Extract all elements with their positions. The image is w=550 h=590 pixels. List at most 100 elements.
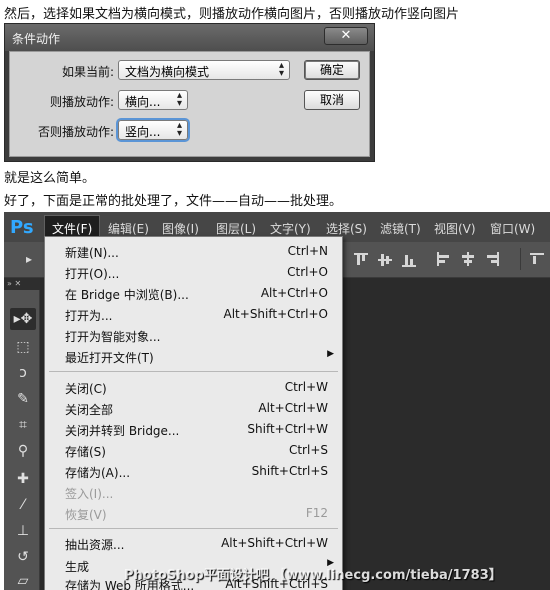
- menu-item-label: 关闭全部: [65, 403, 114, 417]
- toolbox: » ✕ ▸✥ ⬚ ↄ ✎ ⌗ ⚲ ✚ ⁄ ⊥ ↺ ▱: [4, 278, 40, 590]
- menu-item-shortcut: Ctrl+S: [288, 443, 328, 457]
- ps-logo: Ps: [4, 212, 42, 242]
- watermark: PhotoShop平面设计吧 【www.linecg.com/tieba/178…: [124, 568, 502, 583]
- menu-item-shortcut: Ctrl+O: [287, 265, 328, 279]
- eyedropper-tool-icon[interactable]: ⚲: [10, 440, 36, 462]
- menu-item-label: 在 Bridge 中浏览(B)...: [65, 288, 189, 302]
- menu-item-label: 生成: [65, 560, 90, 574]
- then-play-select[interactable]: 横向... ▴ ▾: [118, 90, 188, 110]
- then-play-value: 横向...: [125, 95, 161, 109]
- else-play-label: 否则播放动作:: [37, 125, 114, 139]
- menu-item-label: 最近打开文件(T): [65, 351, 154, 365]
- menu-item-save[interactable]: 存储(S) Ctrl+S: [45, 440, 342, 461]
- intro-text: 然后，选择如果文档为横向模式，则播放动作横向图片，否则播放动作竖向图片: [4, 7, 460, 22]
- then-play-label: 则播放动作:: [49, 95, 114, 109]
- conditional-action-dialog: 条件动作 ✕ 如果当前: 文档为横向模式 ▴ ▾ 确定 则播放动作: 横向... …: [4, 23, 375, 162]
- ok-button[interactable]: 确定: [304, 60, 360, 80]
- menu-item-shortcut: Alt+Ctrl+W: [258, 401, 328, 415]
- select-arrows-icon: ▴ ▾: [176, 120, 182, 139]
- brush-tool-icon[interactable]: ⁄: [10, 494, 36, 516]
- menu-item-shortcut: Ctrl+N: [287, 244, 328, 258]
- batch-text: 好了，下面是正常的批处理了，文件——自动——批处理。: [4, 194, 343, 209]
- menu-item-shortcut: Alt+Shift+Ctrl+O: [223, 307, 328, 321]
- menu-item-label: 签入(I)...: [65, 487, 114, 501]
- cancel-button[interactable]: 取消: [304, 90, 360, 110]
- menu-item-open[interactable]: 打开(O)... Ctrl+O: [45, 262, 342, 283]
- menu-item-revert: 恢复(V) F12: [45, 503, 342, 524]
- stamp-tool-icon[interactable]: ⊥: [10, 520, 36, 542]
- submenu-arrow-icon: ▶: [327, 349, 334, 359]
- menu-item-shortcut: Shift+Ctrl+S: [251, 464, 328, 478]
- if-current-label: 如果当前:: [61, 65, 114, 79]
- lasso-tool-icon[interactable]: ↄ: [10, 362, 36, 384]
- menu-item-shortcut: Alt+Ctrl+O: [260, 286, 328, 300]
- menu-item-label: 打开(O)...: [65, 267, 120, 281]
- eraser-tool-icon[interactable]: ▱: [10, 570, 36, 590]
- menu-item-close-all[interactable]: 关闭全部 Alt+Ctrl+W: [45, 398, 342, 419]
- menu-filter[interactable]: 滤镜(T): [380, 220, 421, 237]
- marquee-tool-icon[interactable]: ⬚: [10, 336, 36, 358]
- menu-view[interactable]: 视图(V): [434, 220, 476, 237]
- if-current-select[interactable]: 文档为横向模式 ▴ ▾: [118, 60, 290, 80]
- menu-item-label: 恢复(V): [65, 508, 107, 522]
- file-menu: 新建(N)... Ctrl+N 打开(O)... Ctrl+O 在 Bridge 中…: [44, 236, 343, 590]
- menu-edit[interactable]: 编辑(E): [108, 220, 149, 237]
- move-tool-icon[interactable]: ▸✥: [10, 308, 36, 330]
- menu-item-shortcut: Alt+Shift+Ctrl+W: [221, 536, 328, 550]
- align-bottom-icon[interactable]: [402, 252, 420, 268]
- menu-item-open-as[interactable]: 打开为... Alt+Shift+Ctrl+O: [45, 304, 342, 325]
- align-vcenter-icon[interactable]: [378, 252, 396, 268]
- dialog-titlebar: 条件动作 ✕: [5, 24, 374, 51]
- align-left-icon[interactable]: [436, 252, 454, 268]
- menu-item-label: 抽出资源...: [65, 538, 125, 552]
- dialog-body: 如果当前: 文档为横向模式 ▴ ▾ 确定 则播放动作: 横向... ▴ ▾ 取消 否…: [9, 51, 370, 157]
- menu-item-label: 关闭并转到 Bridge...: [65, 424, 180, 438]
- menu-item-browse-bridge[interactable]: 在 Bridge 中浏览(B)... Alt+Ctrl+O: [45, 283, 342, 304]
- simple-text: 就是这么简单。: [4, 171, 96, 186]
- close-button[interactable]: ✕: [324, 27, 368, 45]
- select-arrows-icon: ▴ ▾: [176, 90, 182, 109]
- menu-item-extract-assets[interactable]: 抽出资源... Alt+Shift+Ctrl+W: [45, 533, 342, 554]
- menu-item-shortcut: F12: [305, 506, 328, 520]
- close-icon: ✕: [340, 28, 352, 43]
- options-divider: [520, 248, 521, 270]
- menu-item-label: 新建(N)...: [65, 246, 119, 260]
- history-brush-tool-icon[interactable]: ↺: [10, 546, 36, 568]
- menu-select[interactable]: 选择(S): [326, 220, 367, 237]
- menu-separator: [49, 371, 338, 372]
- distribute-top-icon[interactable]: [530, 252, 548, 268]
- menu-item-shortcut: Shift+Ctrl+W: [247, 422, 328, 436]
- menu-item-close-go-bridge[interactable]: 关闭并转到 Bridge... Shift+Ctrl+W: [45, 419, 342, 440]
- photoshop-window: Ps 文件(F) 编辑(E) 图像(I) 图层(L) 文字(Y) 选择(S) 滤…: [4, 212, 550, 590]
- select-arrows-icon: ▴ ▾: [278, 60, 284, 79]
- menu-item-recent-files[interactable]: 最近打开文件(T) ▶: [45, 346, 342, 367]
- crop-tool-icon[interactable]: ⌗: [10, 414, 36, 436]
- dialog-title: 条件动作: [12, 32, 61, 46]
- align-top-icon[interactable]: [354, 252, 372, 268]
- menu-item-label: 存储为(A)...: [65, 466, 131, 480]
- menu-window[interactable]: 窗口(W): [490, 220, 535, 237]
- move-tool-preset-icon[interactable]: ▸: [26, 252, 32, 266]
- menu-item-label: 打开为智能对象...: [65, 330, 161, 344]
- menu-type[interactable]: 文字(Y): [270, 220, 311, 237]
- menu-item-close[interactable]: 关闭(C) Ctrl+W: [45, 377, 342, 398]
- toolbox-header[interactable]: » ✕: [4, 278, 40, 290]
- else-play-value: 竖向...: [125, 125, 161, 139]
- quick-select-tool-icon[interactable]: ✎: [10, 388, 36, 410]
- menu-item-check-in: 签入(I)...: [45, 482, 342, 503]
- menu-item-shortcut: Ctrl+W: [284, 380, 328, 394]
- menu-item-new[interactable]: 新建(N)... Ctrl+N: [45, 241, 342, 262]
- menu-image[interactable]: 图像(I): [162, 220, 199, 237]
- align-hcenter-icon[interactable]: [460, 252, 478, 268]
- if-current-value: 文档为横向模式: [125, 65, 210, 79]
- menu-item-label: 打开为...: [65, 309, 113, 323]
- menu-item-label: 存储(S): [65, 445, 106, 459]
- align-right-icon[interactable]: [484, 252, 502, 268]
- menu-item-label: 关闭(C): [65, 382, 107, 396]
- healing-brush-tool-icon[interactable]: ✚: [10, 468, 36, 490]
- menu-item-open-smart-object[interactable]: 打开为智能对象...: [45, 325, 342, 346]
- menu-layer[interactable]: 图层(L): [216, 220, 256, 237]
- menu-item-save-as[interactable]: 存储为(A)... Shift+Ctrl+S: [45, 461, 342, 482]
- else-play-select[interactable]: 竖向... ▴ ▾: [118, 120, 188, 140]
- menu-separator: [49, 528, 338, 529]
